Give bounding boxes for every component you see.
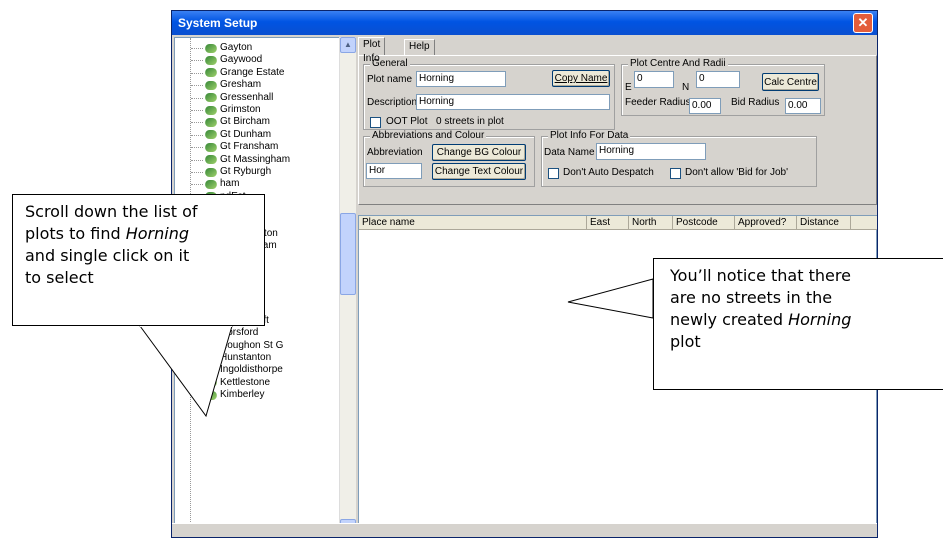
left-callout-line-4: to select [25, 268, 94, 287]
right-callout-line-4: plot [670, 332, 701, 351]
right-callout-pointer [567, 278, 654, 319]
right-callout-line-3: newly created Horning [670, 310, 852, 329]
left-callout-line-1: Scroll down the list of [25, 202, 198, 221]
tab-plot-info[interactable]: Plot Info [358, 37, 386, 64]
left-callout-line-2: plots to find Horning [25, 224, 189, 243]
left-callout-plot-name: Horning [125, 224, 189, 243]
right-callout-plot-name: Horning [788, 310, 852, 329]
right-callout: You’ll notice that there are no streets … [653, 258, 943, 390]
left-callout: Scroll down the list of plots to find Ho… [12, 194, 265, 326]
right-callout-line-2: are no streets in the [670, 288, 833, 307]
left-callout-pointer [139, 325, 233, 418]
left-callout-line-3: and single click on it [25, 246, 190, 265]
right-callout-line-1: You’ll notice that there [670, 266, 851, 285]
